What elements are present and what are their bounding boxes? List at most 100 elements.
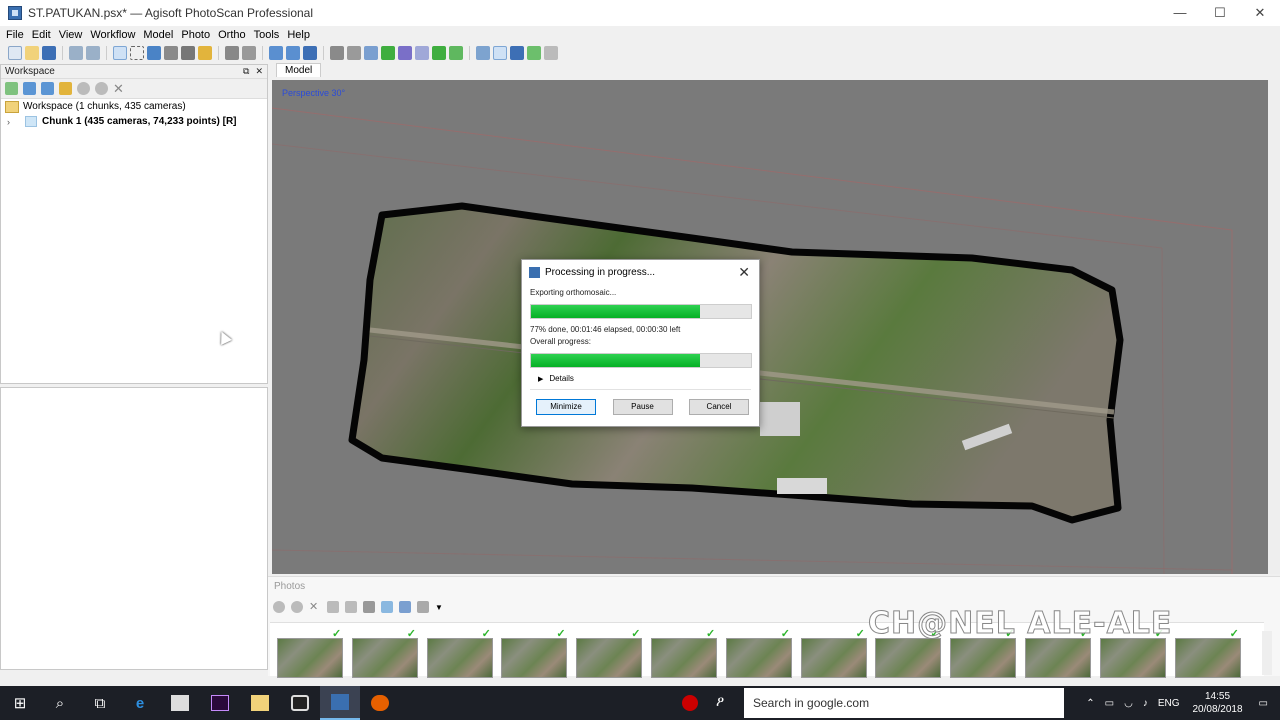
view-details-icon[interactable] [399,601,411,613]
ruler-icon[interactable] [181,46,195,60]
rectangle-selection-icon[interactable] [130,46,144,60]
pause-button[interactable]: Pause [612,399,673,415]
show-images-icon[interactable] [527,46,541,60]
viewport-scrollbar[interactable] [1268,80,1280,574]
remove-camera-icon[interactable]: ✕ [309,601,321,613]
delete-selection-icon[interactable] [225,46,239,60]
menu-edit[interactable]: Edit [28,26,55,44]
clock[interactable]: 14:55 20/08/2018 [1184,690,1250,716]
record-indicator-icon[interactable] [682,695,698,711]
photo-thumbnail[interactable] [950,638,1017,678]
menu-file[interactable]: File [2,26,28,44]
disable-camera-icon[interactable] [291,601,303,613]
remove-icon[interactable]: ✕ [113,82,126,95]
photo-thumbnail[interactable] [1174,638,1241,678]
rotate-left-icon[interactable] [327,601,339,613]
menu-tools[interactable]: Tools [250,26,284,44]
dem-icon[interactable] [415,46,429,60]
draw-polyline-icon[interactable] [198,46,212,60]
chevron-down-icon[interactable]: ▼ [435,603,443,612]
show-markers-icon[interactable] [510,46,524,60]
menu-ortho[interactable]: Ortho [214,26,250,44]
photo-thumbnail[interactable] [576,638,643,678]
show-grid-icon[interactable] [544,46,558,60]
search-icon[interactable]: ⌕ [40,686,80,720]
add-photos-icon[interactable] [23,82,36,95]
tab-model[interactable]: Model [276,63,322,77]
minimize-window-button[interactable]: — [1160,0,1200,26]
photoscan-taskbar-icon[interactable] [320,686,360,720]
float-panel-icon[interactable]: ⧉ [243,66,249,77]
cancel-button[interactable]: Cancel [689,399,749,415]
show-masks-icon[interactable] [381,601,393,613]
battery-icon[interactable]: ▭ [1100,698,1119,709]
close-window-button[interactable]: ✕ [1240,0,1280,26]
move-region-icon[interactable] [164,46,178,60]
photo-thumbnail[interactable] [277,638,343,678]
chevron-right-icon[interactable]: › [7,117,17,127]
point-cloud-icon[interactable] [330,46,344,60]
rotate-right-icon[interactable] [345,601,357,613]
redo-icon[interactable] [86,46,100,60]
menu-help[interactable]: Help [283,26,314,44]
new-project-icon[interactable] [8,46,22,60]
cortana-icon[interactable]: ዖ [716,693,724,710]
model-shaded-icon[interactable] [364,46,378,60]
photo-thumbnail[interactable] [501,638,568,678]
model-textured-icon[interactable] [381,46,395,60]
premiere-icon[interactable] [200,686,240,720]
add-folder-icon[interactable] [41,82,54,95]
reset-view-icon[interactable] [303,46,317,60]
tiled-model-icon[interactable] [398,46,412,60]
volume-icon[interactable]: ♪ [1138,698,1153,709]
edge-browser-icon[interactable]: e [120,686,160,720]
taskbar-search-input[interactable]: Search in google.com [744,688,1064,718]
windows-start-icon[interactable]: ⊞ [0,686,40,720]
notifications-icon[interactable]: ▭ [1251,698,1280,709]
photo-thumbnail[interactable] [426,638,493,678]
task-view-icon[interactable]: ⧉ [80,686,120,720]
chunk-tree-item[interactable]: › Chunk 1 (435 cameras, 74,233 points) [… [1,114,267,129]
model-viewport[interactable]: Perspective 30° [272,80,1280,574]
photo-thumbnail[interactable] [651,638,717,678]
filter-icon[interactable] [363,601,375,613]
view-mode-icon[interactable] [417,601,429,613]
menu-view[interactable]: View [55,26,87,44]
firefox-icon[interactable] [360,686,400,720]
maximize-window-button[interactable]: ☐ [1200,0,1240,26]
photos-scrollbar[interactable] [1262,631,1272,675]
workspace-tree-root[interactable]: Workspace (1 chunks, 435 cameras) [1,99,267,114]
close-dialog-icon[interactable]: ✕ [738,264,750,281]
disable-icon[interactable] [95,82,108,95]
show-region-icon[interactable] [493,46,507,60]
enable-icon[interactable] [77,82,90,95]
store-icon[interactable] [160,686,200,720]
photo-thumbnail[interactable] [875,638,942,678]
crop-selection-icon[interactable] [242,46,256,60]
move-object-icon[interactable] [147,46,161,60]
zoom-in-icon[interactable] [269,46,283,60]
navigation-pointer-icon[interactable] [113,46,127,60]
menu-model[interactable]: Model [139,26,177,44]
orthomosaic-icon[interactable] [432,46,446,60]
close-panel-icon[interactable]: ✕ [255,66,263,77]
chevron-up-icon[interactable]: ⌃ [1081,698,1099,709]
menu-photo[interactable]: Photo [177,26,214,44]
save-project-icon[interactable] [42,46,56,60]
language-indicator[interactable]: ENG [1153,698,1185,709]
add-chunk-icon[interactable] [5,82,18,95]
photo-thumbnail[interactable] [1025,638,1091,678]
open-project-icon[interactable] [25,46,39,60]
file-explorer-icon[interactable] [240,686,280,720]
photo-thumbnail[interactable] [800,638,867,678]
marker-icon[interactable] [59,82,72,95]
enable-camera-icon[interactable] [273,601,285,613]
undo-icon[interactable] [69,46,83,60]
show-cameras-icon[interactable] [449,46,463,60]
camera-view-icon[interactable] [476,46,490,60]
menu-workflow[interactable]: Workflow [86,26,139,44]
photo-thumbnail[interactable] [351,638,418,678]
recorder-icon[interactable] [280,686,320,720]
photo-thumbnail[interactable] [725,638,792,678]
dense-cloud-icon[interactable] [347,46,361,60]
